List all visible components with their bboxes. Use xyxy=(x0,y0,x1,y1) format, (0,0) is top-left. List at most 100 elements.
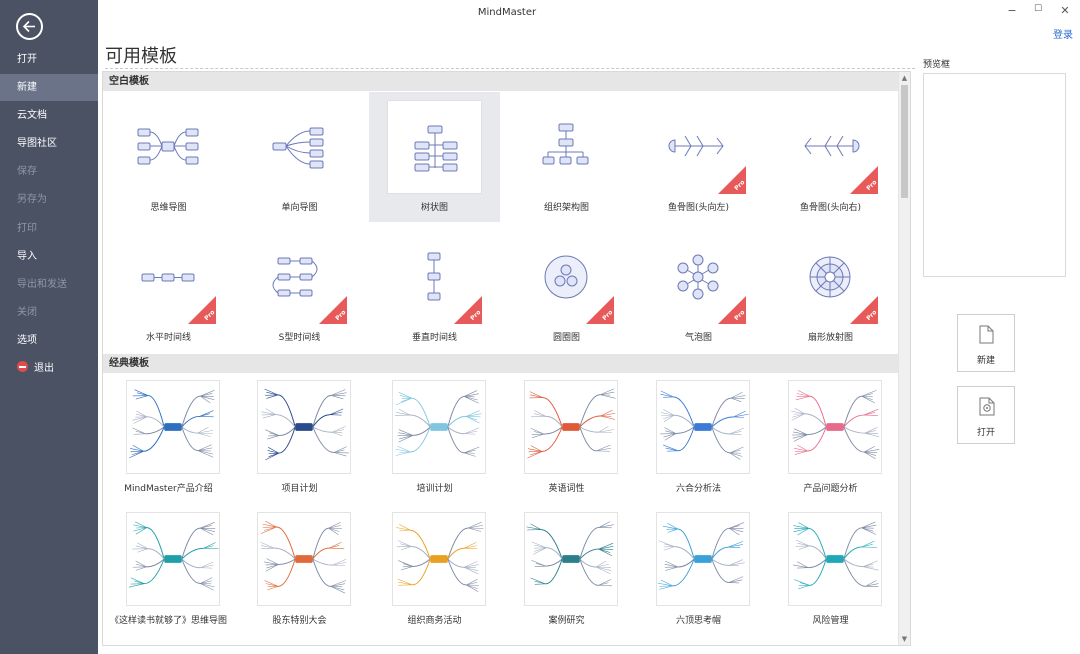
mind-map-icon xyxy=(137,128,199,165)
template-thumbnail: Pro xyxy=(387,230,482,324)
template-label: 英语词性 xyxy=(548,484,585,494)
template-label: 垂直时间线 xyxy=(411,333,457,343)
mind-map-preview-icon xyxy=(657,522,745,590)
mind-map-preview-icon xyxy=(527,388,616,459)
pro-badge: Pro xyxy=(319,296,347,324)
sidebar-item[interactable]: 导入 xyxy=(0,243,98,270)
template-label: 六顶思考帽 xyxy=(675,616,721,626)
blank-template-tile[interactable]: 思维导图 xyxy=(103,92,234,222)
mind-map-preview-icon xyxy=(660,390,749,460)
template-thumbnail xyxy=(387,100,482,194)
template-thumbnail xyxy=(126,512,220,606)
preview-label: 预览框 xyxy=(923,60,951,70)
classic-template-tile[interactable]: 培训计划 xyxy=(369,372,500,502)
blank-template-tile[interactable]: Pro 气泡图 xyxy=(633,222,764,352)
sidebar-item-label: 关闭 xyxy=(17,307,37,318)
sidebar-item[interactable]: 新建 xyxy=(0,74,98,101)
classic-template-tile[interactable]: 组织商务活动 xyxy=(369,504,500,634)
page-title: 可用模板 xyxy=(105,46,177,67)
pro-badge-label: Pro xyxy=(732,178,746,193)
template-thumbnail: Pro xyxy=(651,100,746,194)
open-button-label: 打开 xyxy=(976,428,995,438)
classic-template-tile[interactable]: 项目计划 xyxy=(234,372,365,502)
sidebar-item[interactable]: 选项 xyxy=(0,327,98,354)
right-map-icon xyxy=(272,127,324,169)
template-thumbnail: Pro xyxy=(252,230,347,324)
vertical-scrollbar[interactable]: ▲ ▼ xyxy=(898,72,910,645)
mind-map-preview-icon xyxy=(129,389,215,459)
template-label: 树状图 xyxy=(420,203,448,213)
sidebar-item-label: 退出 xyxy=(34,363,54,374)
template-thumbnail: Pro xyxy=(121,230,216,324)
template-label: 水平时间线 xyxy=(145,333,191,343)
sidebar-item[interactable]: 打印 xyxy=(0,215,98,242)
blank-template-tile[interactable]: Pro 扇形放射图 xyxy=(765,222,896,352)
pro-badge-label: Pro xyxy=(864,178,878,193)
classic-template-tile[interactable]: MindMaster产品介绍 xyxy=(103,372,234,502)
sidebar-item[interactable]: 另存为 xyxy=(0,186,98,213)
sidebar-item[interactable]: 云文档 xyxy=(0,102,98,129)
open-file-icon xyxy=(979,397,995,416)
sidebar-item[interactable]: 关闭 xyxy=(0,299,98,326)
blank-template-tile[interactable]: Pro S型时间线 xyxy=(234,222,365,352)
sidebar-item-label: 新建 xyxy=(17,82,37,93)
blank-template-tile[interactable]: 树状图 xyxy=(369,92,500,222)
template-thumbnail xyxy=(121,100,216,194)
template-label: 六合分析法 xyxy=(675,484,721,494)
template-label: 股东特别大会 xyxy=(272,616,327,626)
new-button[interactable]: 新建 xyxy=(957,314,1015,372)
sidebar-item-label: 导出和发送 xyxy=(17,279,67,290)
pro-badge-label: Pro xyxy=(732,308,746,323)
pro-badge-label: Pro xyxy=(333,308,347,323)
blank-template-tile[interactable]: Pro 鱼骨图(头向左) xyxy=(633,92,764,222)
close-button[interactable]: ✕ xyxy=(1057,4,1073,17)
template-label: 思维导图 xyxy=(150,203,187,213)
classic-template-tile[interactable]: 案例研究 xyxy=(501,504,632,634)
template-label: 风险管理 xyxy=(812,616,849,626)
template-label: 案例研究 xyxy=(548,616,585,626)
blank-template-tile[interactable]: 单向导图 xyxy=(234,92,365,222)
open-button[interactable]: 打开 xyxy=(957,386,1015,444)
classic-template-tile[interactable]: 股东特别大会 xyxy=(234,504,365,634)
new-button-label: 新建 xyxy=(976,356,995,366)
sidebar-item[interactable]: 导出和发送 xyxy=(0,271,98,298)
template-label: 项目计划 xyxy=(281,484,318,494)
template-thumbnail xyxy=(392,512,486,606)
sidebar-item-label: 选项 xyxy=(17,335,37,346)
classic-template-tile[interactable]: 六合分析法 xyxy=(633,372,764,502)
scroll-thumb[interactable] xyxy=(901,85,908,198)
template-thumbnail xyxy=(656,512,750,606)
maximize-button[interactable]: ☐ xyxy=(1030,4,1046,14)
template-thumbnail xyxy=(519,100,614,194)
classic-template-tile[interactable]: 六顶思考帽 xyxy=(633,504,764,634)
back-button[interactable] xyxy=(16,13,43,40)
pro-badge-label: Pro xyxy=(202,308,216,323)
login-link[interactable]: 登录 xyxy=(1053,26,1073,41)
classic-template-tile[interactable]: 风险管理 xyxy=(765,504,896,634)
scroll-down-icon[interactable]: ▼ xyxy=(899,633,910,645)
sidebar-item[interactable]: 打开 xyxy=(0,46,98,73)
mind-map-preview-icon xyxy=(791,390,880,459)
exit-icon xyxy=(17,361,28,372)
sidebar: 打开新建云文档 导图社区 保存 另存为 打印 导入导出和发送关闭选项退出 xyxy=(0,0,98,654)
classic-template-tile[interactable]: 英语词性 xyxy=(501,372,632,502)
sidebar-item[interactable]: 退出 xyxy=(0,355,98,382)
minimize-button[interactable]: − xyxy=(1004,4,1020,17)
blank-template-tile[interactable]: Pro 圆圈图 xyxy=(501,222,632,352)
sidebar-item[interactable]: 导图社区 xyxy=(0,130,98,157)
sidebar-item[interactable]: 保存 xyxy=(0,158,98,185)
document-icon xyxy=(979,325,994,344)
blank-template-tile[interactable]: 组织架构图 xyxy=(501,92,632,222)
pro-badge: Pro xyxy=(850,296,878,324)
scroll-up-icon[interactable]: ▲ xyxy=(899,72,910,84)
blank-template-tile[interactable]: Pro 水平时间线 xyxy=(103,222,234,352)
mind-map-preview-icon xyxy=(261,388,349,461)
template-label: 气泡图 xyxy=(684,333,712,343)
template-label: 组织架构图 xyxy=(543,203,589,213)
classic-template-tile[interactable]: 产品问题分析 xyxy=(765,372,896,502)
classic-template-tile[interactable]: 《这样读书就够了》思维导图 xyxy=(103,504,234,634)
blank-template-tile[interactable]: Pro 垂直时间线 xyxy=(369,222,500,352)
template-label: 圆圈图 xyxy=(552,333,580,343)
blank-template-tile[interactable]: Pro 鱼骨图(头向右) xyxy=(765,92,896,222)
pro-badge: Pro xyxy=(188,296,216,324)
